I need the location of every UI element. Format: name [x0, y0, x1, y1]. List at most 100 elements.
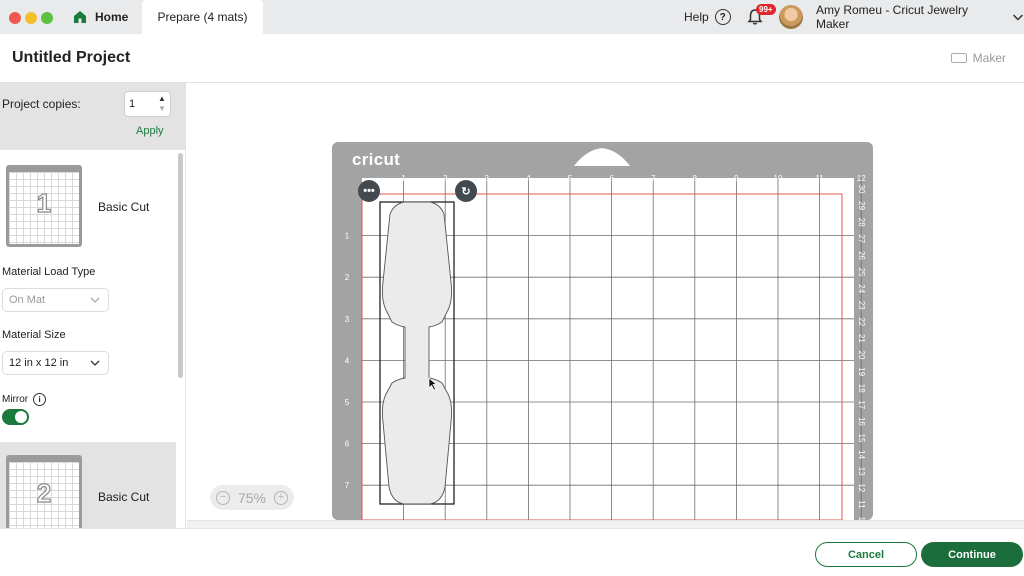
mirror-toggle[interactable]: [2, 409, 29, 425]
mat-thumbnail: 1: [6, 165, 82, 247]
close-window-button[interactable]: [9, 12, 21, 24]
ruler-tick-label: 7: [651, 174, 656, 183]
ruler-tick-label: 27: [857, 234, 866, 243]
ruler-tick-label: 4: [345, 356, 350, 365]
apply-button[interactable]: Apply: [136, 125, 164, 137]
ruler-tick-label: 14: [857, 450, 866, 459]
ruler-tick-label: 3: [345, 315, 350, 324]
ruler-tick-label: 21: [857, 334, 866, 343]
cancel-button[interactable]: Cancel: [815, 542, 917, 567]
chevron-down-icon: [90, 360, 100, 366]
page-title: Untitled Project: [12, 49, 131, 66]
ruler-tick-label: 11: [815, 174, 824, 183]
chevron-down-icon: [1013, 14, 1024, 21]
notification-badge: 99+: [756, 4, 776, 15]
ruler-tick-label: 18: [857, 384, 866, 393]
home-icon: [74, 11, 86, 23]
ruler-tick-label: 22: [857, 317, 866, 326]
ruler-tick-label: 13: [857, 467, 866, 476]
ruler-tick-label: 23: [857, 301, 866, 310]
mat-sidebar: Project copies: 1 ▲ ▼ Apply 1 Basic Cut …: [0, 83, 186, 533]
zoom-control: − 75% +: [210, 485, 294, 510]
machine-icon: [950, 53, 967, 63]
user-name: Amy Romeu - Cricut Jewelry Maker: [816, 3, 969, 31]
ruler-tick-label: 1: [401, 174, 406, 183]
maximize-window-button[interactable]: [41, 12, 53, 24]
minimize-window-button[interactable]: [25, 12, 37, 24]
ruler-tick-label: 30: [857, 185, 866, 194]
more-options-button[interactable]: •••: [358, 180, 380, 202]
ruler-tick-label: 17: [857, 400, 866, 409]
ruler-tick-label: 15: [857, 434, 866, 443]
ruler-tick-label: 5: [568, 174, 573, 183]
mat-label: Basic Cut: [98, 490, 150, 504]
ruler-tick-label: 9: [734, 174, 739, 183]
ruler-tick-label: 19: [857, 367, 866, 376]
machine-selector[interactable]: Maker: [950, 51, 1006, 65]
ruler-tick-label: 24: [857, 284, 866, 293]
material-size-select[interactable]: 12 in x 12 in: [2, 351, 109, 375]
canvas-horizontal-scrollbar[interactable]: [187, 520, 1024, 528]
question-icon: ?: [714, 9, 731, 25]
ruler-tick-label: 7: [345, 481, 350, 490]
zoom-in-button[interactable]: +: [274, 490, 288, 505]
right-ruler: 30 29 28 27 26 25 24 23 22 21 20 19 18 17 16 15 14 13 12 11…: [857, 185, 866, 520]
info-icon[interactable]: i: [33, 393, 47, 406]
cutting-mat[interactable]: 123456789101112 12345678 302928272625242…: [332, 142, 873, 520]
mirror-label: Mirror: [2, 394, 29, 405]
ruler-tick-label: 5: [345, 398, 350, 407]
user-menu[interactable]: Amy Romeu - Cricut Jewelry Maker: [816, 0, 1024, 34]
ruler-tick-label: 2: [443, 174, 448, 183]
stepper-up-icon[interactable]: ▲: [158, 94, 168, 104]
help-button[interactable]: Help ?: [684, 0, 731, 34]
project-copies-section: Project copies: 1 ▲ ▼ Apply: [0, 83, 185, 150]
mat-number: 2: [36, 477, 52, 508]
ruler-tick-label: 8: [693, 174, 698, 183]
ruler-tick-label: 6: [345, 440, 350, 449]
mat-handle: [574, 148, 630, 166]
mat-label: Basic Cut: [98, 200, 150, 214]
avatar[interactable]: [779, 5, 803, 29]
mat-card-1[interactable]: 1 Basic Cut: [0, 152, 176, 247]
mirror-row: Mirror i: [2, 393, 47, 406]
continue-button[interactable]: Continue: [921, 542, 1023, 567]
help-label: Help: [684, 10, 709, 24]
window-titlebar: Home Prepare (4 mats) Help ? 99+ Amy Rom…: [0, 0, 1024, 34]
ruler-tick-label: 25: [857, 268, 866, 277]
material-load-type-value: On Mat: [9, 294, 46, 306]
ruler-tick-label: 26: [857, 251, 866, 260]
zoom-level: 75%: [237, 489, 267, 506]
footer-bar: Cancel Continue: [0, 528, 1024, 576]
ruler-tick-label: 1: [345, 232, 350, 241]
project-header: Untitled Project Maker: [0, 34, 1024, 83]
ruler-tick-label: 12: [857, 174, 866, 183]
ruler-tick-label: 4: [526, 174, 531, 183]
tab-prepare-label: Prepare (4 mats): [157, 10, 248, 24]
copies-label: Project copies:: [2, 97, 81, 111]
mat-thumbnail: 2: [6, 455, 82, 533]
pointer-cursor-icon: [428, 377, 438, 391]
ruler-tick-label: 10: [774, 174, 783, 183]
zoom-out-button[interactable]: −: [216, 490, 230, 505]
tab-home[interactable]: Home: [72, 0, 142, 34]
machine-label: Maker: [972, 51, 1006, 65]
ruler-tick-label: 20: [857, 351, 866, 360]
tab-prepare[interactable]: Prepare (4 mats): [142, 0, 263, 34]
ruler-tick-label: 16: [857, 417, 866, 426]
stepper-down-icon[interactable]: ▼: [158, 104, 168, 114]
ruler-tick-label: 3: [485, 174, 490, 183]
mat-card-2[interactable]: 2 Basic Cut: [0, 442, 176, 533]
material-size-label: Material Size: [2, 329, 66, 341]
ruler-tick-label: 28: [857, 218, 866, 227]
rotate-button[interactable]: ↻: [455, 180, 477, 202]
ruler-tick-label: 12: [857, 483, 866, 492]
ruler-tick-label: 11: [857, 500, 866, 509]
ruler-tick-label: 2: [345, 273, 350, 282]
sidebar-scrollbar[interactable]: [178, 153, 183, 378]
copies-stepper[interactable]: ▲ ▼: [158, 94, 168, 114]
ruler-tick-label: 29: [857, 201, 866, 210]
material-load-type-select[interactable]: On Mat: [2, 288, 109, 312]
mat-number: 1: [36, 187, 52, 218]
cricut-logo: cricut: [352, 150, 401, 169]
tab-home-label: Home: [95, 10, 129, 24]
